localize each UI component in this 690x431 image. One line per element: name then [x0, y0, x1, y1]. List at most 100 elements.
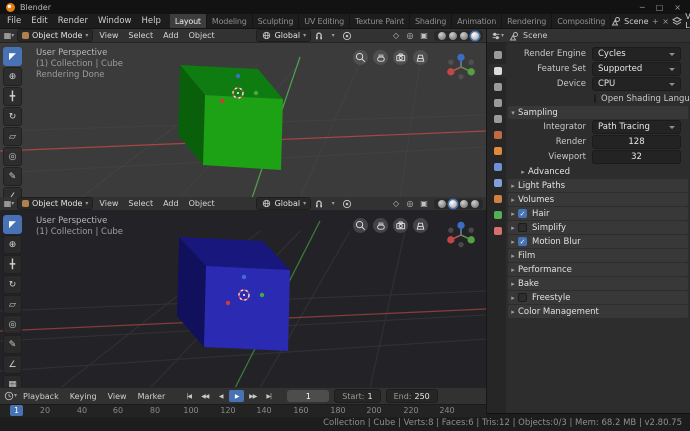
- shading-material-icon[interactable]: [460, 200, 468, 208]
- properties-row[interactable]: Feature Set Feature Set Supported: [506, 62, 690, 76]
- tool-move[interactable]: ╋: [3, 87, 22, 106]
- tool-measure[interactable]: ∠: [3, 187, 22, 197]
- editor-type-icon[interactable]: ▦▾: [3, 30, 15, 41]
- menubar-item[interactable]: Edit: [26, 16, 52, 26]
- pan-hand-icon[interactable]: [373, 50, 388, 65]
- viewport-menu-item[interactable]: Add: [159, 31, 183, 40]
- xray-toggle-icon[interactable]: ▣: [418, 198, 430, 209]
- properties-row[interactable]: Sampling Sampling: [508, 106, 688, 119]
- tool-3d-cursor[interactable]: ⊕: [3, 67, 22, 86]
- tab-physics[interactable]: [489, 192, 506, 205]
- property-value-field[interactable]: Cycles: [592, 47, 681, 61]
- tool-annotate[interactable]: ✎: [3, 167, 22, 186]
- section-caret-icon[interactable]: [508, 182, 518, 190]
- workspace-tab[interactable]: Sculpting: [253, 14, 300, 28]
- frame-end-field[interactable]: End:250: [386, 389, 438, 403]
- property-value-field[interactable]: Supported: [592, 62, 681, 76]
- tool-scale[interactable]: ▱: [3, 127, 22, 146]
- section-caret-icon[interactable]: [508, 294, 518, 302]
- tab-output[interactable]: [489, 80, 506, 93]
- navigation-gizmo[interactable]: [446, 220, 476, 250]
- menubar-item[interactable]: File: [2, 16, 26, 26]
- properties-row[interactable]: Advanced Advanced: [506, 165, 690, 178]
- workspace-tab[interactable]: Shading: [410, 14, 452, 28]
- workspace-tab[interactable]: Layout: [170, 14, 207, 28]
- tool-transform[interactable]: ◎: [3, 315, 22, 334]
- shading-solid-icon[interactable]: [449, 32, 457, 40]
- snap-magnet-icon[interactable]: [313, 198, 325, 209]
- tool-move[interactable]: ╋: [3, 255, 22, 274]
- maximize-button[interactable]: □: [656, 3, 664, 12]
- shading-wireframe-icon[interactable]: [438, 200, 446, 208]
- play-button[interactable]: ▶: [229, 390, 244, 402]
- timeline-editor-icon[interactable]: ▾: [4, 391, 17, 402]
- property-value-field[interactable]: CPU: [592, 77, 681, 91]
- timeline-menu-item[interactable]: Playback: [18, 392, 64, 401]
- section-caret-icon[interactable]: [508, 224, 518, 232]
- section-caret-icon[interactable]: [508, 109, 518, 117]
- editor-type-icon[interactable]: ▦▾: [3, 198, 15, 209]
- tab-object[interactable]: [489, 144, 506, 157]
- tab-world[interactable]: [489, 128, 506, 141]
- checkbox[interactable]: [518, 209, 527, 218]
- section-caret-icon[interactable]: [508, 280, 518, 288]
- show-gizmo-icon[interactable]: ◇: [390, 198, 402, 209]
- camera-view-icon[interactable]: [393, 50, 408, 65]
- checkbox[interactable]: [518, 237, 527, 246]
- section-caret-icon[interactable]: [518, 168, 528, 176]
- properties-row[interactable]: Device Device CPU: [506, 77, 690, 91]
- tab-render[interactable]: [489, 64, 506, 77]
- xray-toggle-icon[interactable]: ▣: [418, 30, 430, 41]
- tab-tool[interactable]: [489, 48, 506, 61]
- workspace-tab[interactable]: Modeling: [207, 14, 253, 28]
- properties-row[interactable]: Viewport Viewport 32: [506, 150, 690, 164]
- jump-to-start-button[interactable]: |◀: [181, 390, 196, 402]
- properties-row[interactable]: Integrator Integrator Path Tracing: [506, 120, 690, 134]
- tool-3d-cursor[interactable]: ⊕: [3, 235, 22, 254]
- section-caret-icon[interactable]: [508, 210, 518, 218]
- mode-selector[interactable]: Object Mode▾: [17, 197, 93, 210]
- viewport-menu-item[interactable]: View: [95, 31, 122, 40]
- section-caret-icon[interactable]: [508, 308, 518, 316]
- properties-row[interactable]: Light Paths Light Paths: [508, 179, 688, 192]
- unlink-scene-button[interactable]: ×: [662, 16, 669, 26]
- workspace-tab[interactable]: UV Editing: [299, 14, 350, 28]
- view-layer-selector[interactable]: View Layer: [685, 12, 690, 30]
- snap-target-dropdown[interactable]: ▾: [327, 198, 339, 209]
- section-caret-icon[interactable]: [508, 196, 518, 204]
- workspace-tab[interactable]: Compositing: [552, 14, 611, 28]
- minimize-button[interactable]: ─: [640, 3, 645, 12]
- section-caret-icon[interactable]: [508, 238, 518, 246]
- properties-row[interactable]: Freestyle Freestyle: [508, 291, 688, 304]
- overlays-icon[interactable]: ◎: [404, 198, 416, 209]
- navigation-gizmo[interactable]: [446, 52, 476, 82]
- tool-rotate[interactable]: ↻: [3, 275, 22, 294]
- properties-row[interactable]: Performance Performance: [508, 263, 688, 276]
- menubar-item[interactable]: Help: [136, 16, 165, 26]
- shading-rendered-icon[interactable]: [471, 200, 479, 208]
- tool-transform[interactable]: ◎: [3, 147, 22, 166]
- zoom-icon[interactable]: [353, 50, 368, 65]
- viewport-menu-item[interactable]: Add: [159, 199, 183, 208]
- checkbox[interactable]: [594, 94, 596, 103]
- properties-editor-icon[interactable]: ▾: [491, 30, 504, 41]
- proportional-editing-icon[interactable]: [341, 198, 353, 209]
- viewport-menu-item[interactable]: View: [95, 199, 122, 208]
- proportional-editing-icon[interactable]: [341, 30, 353, 41]
- menubar-item[interactable]: Window: [93, 16, 137, 26]
- zoom-icon[interactable]: [353, 218, 368, 233]
- workspace-tab[interactable]: Rendering: [502, 14, 552, 28]
- jump-to-end-button[interactable]: ▶|: [261, 390, 276, 402]
- tool-select-box[interactable]: ◤: [3, 47, 22, 66]
- viewport-top-canvas[interactable]: ◤ ⊕ ╋ ↻ ▱ ◎ ✎: [0, 43, 486, 197]
- tool-annotate[interactable]: ✎: [3, 335, 22, 354]
- properties-row[interactable]: Bake Bake: [508, 277, 688, 290]
- camera-view-icon[interactable]: [393, 218, 408, 233]
- tab-view-layer[interactable]: [489, 96, 506, 109]
- properties-row[interactable]: Motion Blur Motion Blur: [508, 235, 688, 248]
- tool-add-cube[interactable]: ▦: [3, 375, 22, 387]
- tab-material[interactable]: [489, 224, 506, 237]
- pan-hand-icon[interactable]: [373, 218, 388, 233]
- checkbox[interactable]: [518, 223, 527, 232]
- properties-row[interactable]: Color Management Color Management: [508, 305, 688, 318]
